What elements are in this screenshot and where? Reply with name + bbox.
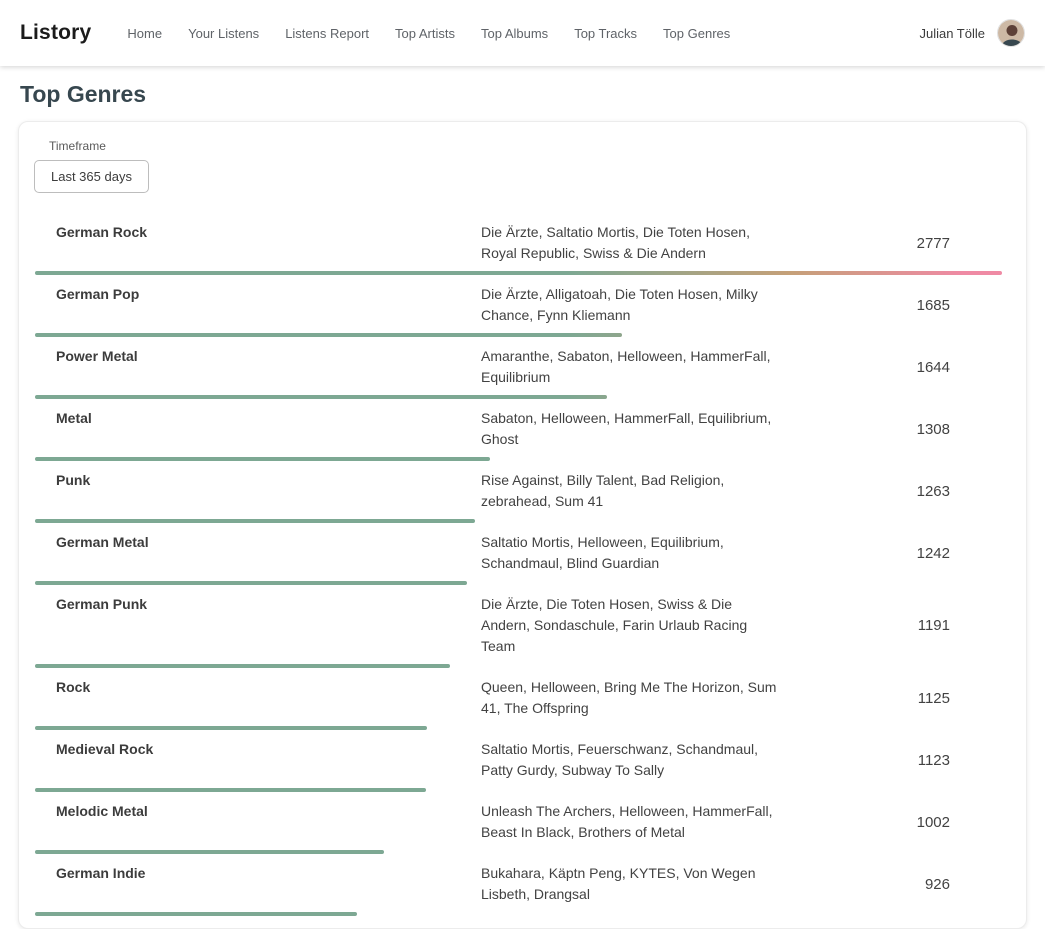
nav-item-listens-report[interactable]: Listens Report [285, 26, 369, 41]
page-title: Top Genres [20, 81, 1025, 108]
genre-name: Power Metal [56, 346, 481, 367]
timeframe-label: Timeframe [49, 139, 1026, 153]
genre-name: German Rock [56, 222, 481, 243]
genre-artists: Bukahara, Käptn Peng, KYTES, Von Wegen L… [481, 863, 781, 905]
user-menu[interactable]: Julian Tölle [919, 19, 1025, 47]
genre-name: Rock [56, 677, 481, 698]
nav-item-top-genres[interactable]: Top Genres [663, 26, 730, 41]
genre-row: Rock Queen, Helloween, Bring Me The Hori… [19, 668, 1026, 730]
genre-count: 1685 [917, 297, 950, 314]
genre-count: 2777 [917, 235, 950, 252]
genre-name: German Indie [56, 863, 481, 884]
genre-artists: Saltatio Mortis, Feuerschwanz, Schandmau… [481, 739, 781, 781]
genre-artists: Queen, Helloween, Bring Me The Horizon, … [481, 677, 781, 719]
timeframe-filter: Timeframe Last 365 days [19, 139, 1026, 193]
avatar[interactable] [997, 19, 1025, 47]
genre-row: German Rock Die Ärzte, Saltatio Mortis, … [19, 213, 1026, 275]
top-navbar: Listory Home Your Listens Listens Report… [0, 0, 1045, 66]
genre-artists: Die Ärzte, Saltatio Mortis, Die Toten Ho… [481, 222, 781, 264]
top-genres-card: Timeframe Last 365 days German Rock Die … [18, 121, 1027, 929]
genre-row: Melodic Metal Unleash The Archers, Hello… [19, 792, 1026, 854]
genre-artists: Amaranthe, Sabaton, Helloween, HammerFal… [481, 346, 781, 388]
genre-row: Metal Sabaton, Helloween, HammerFall, Eq… [19, 399, 1026, 461]
genre-count: 926 [925, 876, 950, 893]
genre-artists: Rise Against, Billy Talent, Bad Religion… [481, 470, 781, 512]
genre-name: Metal [56, 408, 481, 429]
genre-bar-track [35, 912, 1002, 916]
genre-name: Punk [56, 470, 481, 491]
genre-count: 1308 [917, 421, 950, 438]
genre-artists: Die Ärzte, Alligatoah, Die Toten Hosen, … [481, 284, 781, 326]
nav-item-your-listens[interactable]: Your Listens [188, 26, 259, 41]
nav-item-top-artists[interactable]: Top Artists [395, 26, 455, 41]
genre-name: Medieval Rock [56, 739, 481, 760]
genre-count: 1644 [917, 359, 950, 376]
genre-row: Power Metal Amaranthe, Sabaton, Hellowee… [19, 337, 1026, 399]
user-name[interactable]: Julian Tölle [919, 26, 985, 41]
genre-count: 1125 [918, 690, 950, 707]
genre-row: Punk Rise Against, Billy Talent, Bad Rel… [19, 461, 1026, 523]
nav-item-top-albums[interactable]: Top Albums [481, 26, 548, 41]
genre-artists: Unleash The Archers, Helloween, HammerFa… [481, 801, 781, 843]
genre-row: Medieval Rock Saltatio Mortis, Feuerschw… [19, 730, 1026, 792]
genre-row: German Metal Saltatio Mortis, Helloween,… [19, 523, 1026, 585]
genre-row: German Pop Die Ärzte, Alligatoah, Die To… [19, 275, 1026, 337]
genre-count: 1242 [917, 545, 950, 562]
nav-item-home[interactable]: Home [127, 26, 162, 41]
nav-item-top-tracks[interactable]: Top Tracks [574, 26, 637, 41]
timeframe-select[interactable]: Last 365 days [34, 160, 149, 193]
genre-artists: Sabaton, Helloween, HammerFall, Equilibr… [481, 408, 781, 450]
genre-name: German Pop [56, 284, 481, 305]
genre-count: 1123 [918, 752, 950, 769]
genre-name: German Punk [56, 594, 481, 615]
genre-artists: Saltatio Mortis, Helloween, Equilibrium,… [481, 532, 781, 574]
genre-count: 1191 [918, 617, 950, 634]
main-nav: Home Your Listens Listens Report Top Art… [127, 26, 730, 41]
genre-row: German Indie Bukahara, Käptn Peng, KYTES… [19, 854, 1026, 916]
genre-artists: Die Ärzte, Die Toten Hosen, Swiss & Die … [481, 594, 781, 657]
genre-bar [35, 912, 357, 916]
genres-table: German Rock Die Ärzte, Saltatio Mortis, … [19, 213, 1026, 916]
genre-name: Melodic Metal [56, 801, 481, 822]
genre-row: German Punk Die Ärzte, Die Toten Hosen, … [19, 585, 1026, 668]
genre-count: 1263 [917, 483, 950, 500]
genre-count: 1002 [917, 814, 950, 831]
genre-name: German Metal [56, 532, 481, 553]
app-logo[interactable]: Listory [20, 21, 91, 45]
